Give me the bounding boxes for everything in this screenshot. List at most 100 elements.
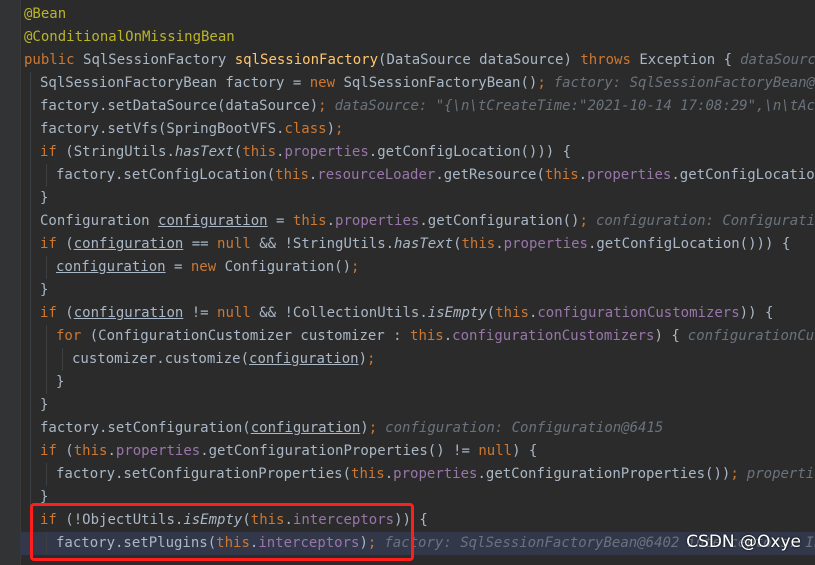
code-line[interactable]: for (ConfigurationCustomizer customizer … (24, 325, 815, 348)
code-token: configurationCustomizers (537, 305, 740, 321)
code-token: .getResource( (435, 167, 545, 183)
code-token: . (578, 167, 588, 183)
code-token: } (40, 397, 49, 413)
code-line[interactable]: @Bean (24, 3, 815, 26)
indent-guide (30, 187, 31, 210)
code-token: properties (115, 443, 201, 459)
code-token: .getConfigurationProperties() != (200, 443, 479, 459)
code-token: this (544, 167, 579, 183)
code-line[interactable]: } (24, 279, 815, 302)
code-text: factory.setDataSource(dataSource); dataSo… (40, 95, 815, 118)
code-token: ( (65, 443, 74, 459)
indent-guide (30, 417, 31, 440)
code-token: this (275, 167, 309, 183)
indent-guide (30, 210, 31, 233)
code-token: .getConfigLocation())) { (587, 236, 791, 252)
code-line[interactable]: @ConditionalOnMissingBean (24, 26, 815, 49)
code-text: SqlSessionFactoryBean factory = new SqlS… (40, 72, 815, 95)
indent-guide (30, 164, 31, 187)
code-token: null (478, 443, 513, 459)
code-token: (StringUtils. (65, 144, 175, 160)
code-line[interactable]: SqlSessionFactoryBean factory = new SqlS… (24, 72, 815, 95)
code-token: = (165, 259, 191, 275)
code-token: ; (368, 420, 378, 436)
code-token: if (40, 443, 66, 459)
code-line[interactable]: public SqlSessionFactory sqlSessionFacto… (24, 49, 815, 72)
code-token: (ConfigurationCustomizer customizer : (89, 328, 411, 344)
code-token: configurationCustomizers (452, 328, 655, 344)
code-token: . (384, 466, 394, 482)
code-token: properties (587, 167, 672, 183)
code-token: ; (335, 121, 344, 137)
code-token: hasText (174, 144, 234, 160)
code-token: Configuration (40, 213, 159, 229)
code-text: @ConditionalOnMissingBean (24, 26, 235, 49)
indent-guide (30, 233, 31, 256)
code-line[interactable]: factory.setConfigLocation(this.resourceL… (24, 164, 815, 187)
code-token: } (40, 282, 49, 298)
code-token: this (73, 443, 108, 459)
code-line[interactable]: if (StringUtils.hasText(this.properties.… (24, 141, 815, 164)
code-token: configuration (158, 213, 268, 229)
code-line[interactable]: factory.setVfs(SpringBootVFS.class); (24, 118, 815, 141)
code-line[interactable]: factory.setConfiguration(configuration);… (24, 417, 815, 440)
code-line[interactable]: if (configuration != null && !Collection… (24, 302, 815, 325)
code-text: if (configuration == null && !StringUtil… (40, 233, 790, 256)
code-line[interactable]: } (24, 394, 815, 417)
code-token: ; (318, 98, 327, 114)
code-token: (DataSource dataSource) (378, 52, 581, 68)
code-token: new (190, 259, 225, 275)
code-line[interactable]: customizer.customize(configuration); (24, 348, 815, 371)
code-token: null (217, 236, 260, 252)
code-token: SqlSessionFactoryBean() (343, 75, 538, 91)
code-line[interactable]: if (this.properties.getConfigurationProp… (24, 440, 815, 463)
editor-gutter[interactable] (0, 0, 21, 565)
code-token: configuration (249, 351, 359, 367)
indent-guide (46, 348, 47, 371)
code-token: configuration (73, 236, 184, 252)
code-token: ) (360, 420, 369, 436)
code-text: Configuration configuration = this.prope… (40, 210, 815, 233)
code-token: ( (486, 305, 496, 321)
code-token: sqlSessionFactory (234, 52, 379, 68)
code-token: ) (326, 121, 336, 137)
indent-guide (30, 279, 31, 302)
highlight-box (30, 503, 414, 561)
code-token: != (183, 305, 218, 321)
code-line[interactable]: if (configuration == null && !StringUtil… (24, 233, 815, 256)
code-text: if (configuration != null && !Collection… (40, 302, 773, 325)
code-token: Exception { (639, 52, 733, 68)
code-line[interactable]: Configuration configuration = this.prope… (24, 210, 815, 233)
code-line[interactable]: } (24, 187, 815, 210)
code-text: if (StringUtils.hasText(this.properties.… (40, 141, 571, 164)
code-text: customizer.customize(configuration); (72, 348, 375, 371)
code-token: properties (284, 144, 369, 160)
code-line[interactable]: factory.setDataSource(dataSource); dataSo… (24, 95, 815, 118)
code-token: properties (503, 236, 588, 252)
indent-guide (30, 394, 31, 417)
code-token: this (242, 144, 277, 160)
indent-guide (30, 463, 31, 486)
inline-debug-value: configuration: Configuration@6415 (595, 213, 815, 229)
indent-guide (46, 164, 47, 187)
code-line[interactable]: factory.setConfigurationProperties(this.… (24, 463, 815, 486)
code-token: ) (358, 351, 368, 367)
inline-debug-value: configuration: Configuration@6415 (385, 420, 664, 436)
code-line[interactable]: } (24, 371, 815, 394)
code-token: factory.setDataSource(dataSource) (40, 98, 319, 114)
code-token: = (267, 213, 293, 229)
code-token: configuration (250, 420, 361, 436)
indent-guide (62, 348, 63, 371)
code-token: resourceLoader (317, 167, 436, 183)
code-line[interactable]: configuration = new Configuration(); (24, 256, 815, 279)
code-text: } (40, 394, 48, 417)
code-token: class (284, 121, 327, 137)
code-token: customizer.customize( (72, 351, 250, 367)
code-token: && !CollectionUtils. (259, 305, 428, 321)
code-editor[interactable]: @Bean @ConditionalOnMissingBean public Sql… (0, 0, 815, 565)
code-token: if (40, 236, 66, 252)
code-token: ; (579, 213, 588, 229)
code-text: for (ConfigurationCustomizer customizer … (56, 325, 815, 348)
code-token: @ConditionalOnMissingBean (24, 29, 235, 45)
code-token: factory.setConfigurationProperties( (56, 466, 352, 482)
